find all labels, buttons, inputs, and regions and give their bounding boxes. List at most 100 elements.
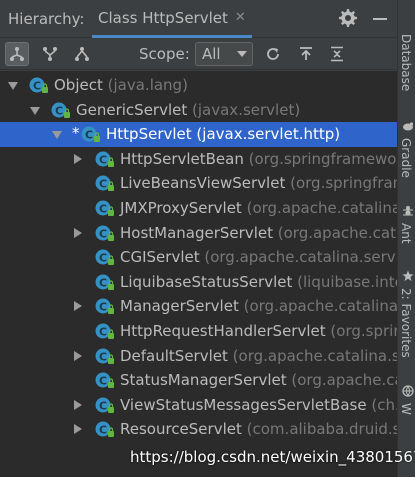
scope-label: Scope:	[139, 45, 190, 63]
svg-text:C: C	[99, 178, 107, 191]
class-icon: C	[95, 397, 114, 413]
tree-row-text: JMXProxyServlet (org.apache.catalina.man…	[120, 199, 397, 217]
class-name: LiveBeansViewServlet	[120, 174, 286, 193]
tree-row[interactable]: C HttpRequestHandlerServlet (org.springfr…	[0, 319, 397, 344]
expand-arrow-icon[interactable]	[30, 106, 40, 115]
tree-row[interactable]: C HostManagerServlet (org.apache.catalina…	[0, 221, 397, 246]
svg-text:C: C	[99, 424, 107, 437]
tree-row[interactable]: C DefaultServlet (org.apache.catalina.ser…	[0, 344, 397, 369]
tree-row-text: CGIServlet (org.apache.catalina.servlets…	[120, 248, 397, 266]
class-name: ViewStatusMessagesServletBase	[120, 395, 367, 414]
svg-text:C: C	[99, 301, 107, 314]
expand-arrow-icon[interactable]	[8, 82, 18, 90]
class-name: DefaultServlet	[120, 346, 228, 365]
package-name: (ch.qos.logback.core.status)	[371, 395, 397, 414]
class-name: HttpServletBean	[120, 149, 244, 168]
package-name: (java.lang)	[107, 76, 188, 94]
collapse-arrow-icon[interactable]	[74, 399, 82, 410]
tab-label: Class HttpServlet	[98, 8, 228, 27]
side-tab-gradle-label: Gradle	[399, 138, 413, 178]
tree-row-text: DefaultServlet (org.apache.catalina.serv…	[120, 347, 397, 365]
svg-text:C: C	[99, 399, 107, 412]
tree-row[interactable]: C ResourceServlet (com.alibaba.druid.supp…	[0, 417, 397, 442]
tree-row[interactable]: C ManagerServlet (org.apache.catalina.man…	[0, 294, 397, 319]
package-name: (org.apache.catalina.manager)	[291, 371, 397, 390]
svg-text:C: C	[99, 227, 107, 240]
tree-row[interactable]: C GenericServlet (javax.servlet)	[0, 98, 397, 123]
side-tab-web-label: W	[399, 403, 413, 415]
class-name: ManagerServlet	[120, 297, 239, 316]
class-icon: C	[29, 77, 48, 93]
package-name: (com.alibaba.druid.support.http)	[246, 420, 397, 439]
tree-row[interactable]: C LiquibaseStatusServlet (liquibase.integ…	[0, 270, 397, 295]
svg-text:C: C	[99, 252, 107, 265]
package-name: (org.springframework.web.context.support…	[290, 174, 397, 193]
class-name: HttpRequestHandlerServlet	[120, 322, 326, 340]
supertypes-hierarchy-icon	[43, 47, 57, 61]
refresh-button[interactable]	[261, 42, 285, 66]
close-icon[interactable]: ✕	[235, 10, 246, 25]
class-icon: C	[51, 102, 70, 118]
subtypes-hierarchy-button[interactable]	[70, 42, 94, 66]
tree-row[interactable]: C JMXProxyServlet (org.apache.catalina.ma…	[0, 196, 397, 221]
tab-class-httpservlet[interactable]: Class HttpServlet ✕	[92, 0, 252, 38]
package-name: (org.springframework.web.context.support…	[330, 322, 397, 340]
collapse-all-button[interactable]	[325, 42, 349, 66]
class-icon: C	[95, 421, 114, 438]
package-name: (org.apache.catalina.manager)	[246, 199, 397, 217]
tree-row[interactable]: C Object (java.lang)	[0, 73, 397, 98]
tree-row[interactable]: C HttpServletBean (org.springframework.we…	[0, 147, 397, 172]
svg-text:C: C	[99, 350, 107, 363]
class-icon: C	[95, 274, 114, 290]
gear-icon[interactable]	[338, 8, 358, 28]
package-name: (org.apache.catalina.manager)	[243, 297, 397, 316]
supertypes-hierarchy-button[interactable]	[38, 42, 62, 66]
tree-row-text: LiquibaseStatusServlet (liquibase.integr…	[120, 273, 397, 291]
class-name: Object	[54, 76, 103, 94]
side-tool-strip: Database Gradle Ant 2: Favorites W	[397, 0, 415, 477]
tree-row[interactable]: C ViewStatusMessagesServletBase (ch.qos.l…	[0, 393, 397, 418]
class-icon: C	[95, 175, 114, 192]
package-name: (javax.servlet.http)	[196, 125, 341, 144]
class-name: ResourceServlet	[120, 420, 242, 439]
hierarchy-title: Hierarchy:	[8, 10, 85, 28]
class-name: StatusManagerServlet	[120, 371, 287, 390]
tree-row[interactable]: C CGIServlet (org.apache.catalina.servlet…	[0, 245, 397, 270]
package-name: (javax.servlet)	[192, 100, 301, 119]
svg-text:C: C	[99, 153, 107, 166]
expand-arrow-icon[interactable]	[52, 131, 62, 140]
tree-row-text: ResourceServlet (com.alibaba.druid.suppo…	[120, 420, 397, 438]
tree-row-text: ViewStatusMessagesServletBase (ch.qos.lo…	[120, 396, 397, 414]
package-name: (liquibase.integration.servlet)	[297, 272, 397, 291]
tree-row[interactable]: C StatusManagerServlet (org.apache.catali…	[0, 368, 397, 393]
svg-text:C: C	[99, 276, 107, 289]
tree-row-text: HostManagerServlet (org.apache.catalina.…	[120, 224, 397, 242]
collapse-arrow-icon[interactable]	[74, 227, 82, 238]
export-icon	[300, 47, 312, 60]
tree-row[interactable]: C LiveBeansViewServlet (org.springframewo…	[0, 171, 397, 196]
collapse-arrow-icon[interactable]	[74, 350, 82, 361]
minimize-icon[interactable]	[373, 18, 387, 20]
tree-row-text: LiveBeansViewServlet (org.springframewor…	[120, 174, 397, 192]
tree-row[interactable]: * C HttpServlet (javax.servlet.http)	[0, 122, 397, 147]
class-icon: C	[95, 323, 114, 339]
collapse-arrow-icon[interactable]	[74, 153, 82, 164]
collapse-arrow-icon[interactable]	[74, 301, 82, 312]
web-icon	[402, 385, 414, 397]
subtypes-hierarchy-icon	[75, 47, 89, 61]
scope-select[interactable]: All	[195, 42, 253, 66]
class-name: GenericServlet	[76, 100, 188, 119]
class-name: HttpServlet	[106, 125, 192, 144]
class-hierarchy-button[interactable]	[5, 42, 29, 66]
export-button[interactable]	[294, 42, 318, 66]
watermark-text: https://blog.csdn.net/weixin_43801567	[130, 448, 415, 466]
package-name: (org.springframework.web.servlet)	[248, 149, 397, 168]
hierarchy-toolbar: Scope: All	[0, 39, 397, 70]
hierarchy-tree[interactable]: C Object (java.lang) C GenericServlet (java…	[0, 71, 397, 477]
svg-text:C: C	[85, 129, 93, 142]
tree-row-text: HttpServlet (javax.servlet.http)	[106, 125, 340, 143]
collapse-arrow-icon[interactable]	[74, 424, 82, 435]
base-marker: *	[72, 124, 80, 143]
side-tab-ant-label: Ant	[399, 223, 413, 244]
class-icon: C	[95, 298, 114, 315]
